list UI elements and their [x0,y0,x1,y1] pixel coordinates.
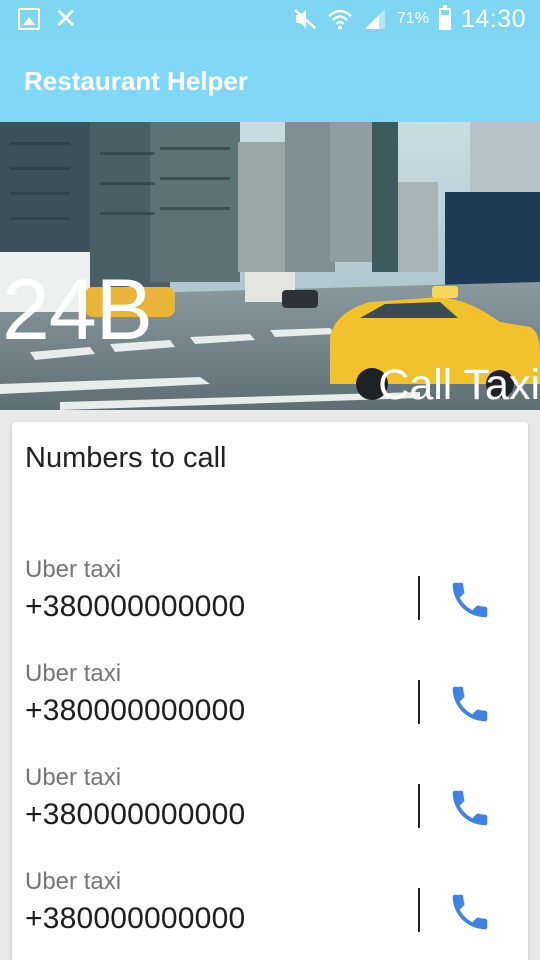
contact-number: +380000000000 [25,798,246,831]
close-x-icon: ✕ [54,3,78,34]
battery-percent: 71% [396,10,429,27]
contact-number: +380000000000 [25,694,246,727]
divider [418,888,420,932]
status-time: 14:30 [460,4,526,33]
app-title: Restaurant Helper [24,66,248,96]
contact-name: Uber taxi [25,556,122,583]
card-title: Numbers to call [25,442,227,474]
phone-icon [452,790,488,826]
contact-row: Uber taxi +380000000000 [12,556,528,652]
contact-name: Uber taxi [25,764,122,791]
mute-icon [294,9,316,29]
phone-icon [452,582,488,618]
divider [418,576,420,620]
contact-number: +380000000000 [25,590,246,623]
contact-name: Uber taxi [25,660,122,687]
call-button[interactable] [442,782,498,834]
contact-name: Uber taxi [25,868,122,895]
wifi-icon [328,9,352,30]
hero-code: 24B [2,262,153,358]
status-bar: ✕ 71% 14:30 [0,0,540,38]
contact-number: +380000000000 [25,902,246,935]
app-bar: Restaurant Helper [0,38,540,122]
divider [418,680,420,724]
contact-row: Uber taxi +380000000000 [12,764,528,860]
call-button[interactable] [442,574,498,626]
hero-banner[interactable]: 24B Call Taxi [0,122,540,410]
call-button[interactable] [442,678,498,730]
divider [418,784,420,828]
call-button[interactable] [442,886,498,938]
contact-row: Uber taxi +380000000000 [12,868,528,960]
numbers-card: Numbers to call Uber taxi +380000000000 … [12,422,528,960]
contact-row: Uber taxi +380000000000 [12,660,528,756]
battery-icon [438,5,451,30]
gallery-icon [18,8,40,30]
phone-icon [452,894,488,930]
phone-icon [452,686,488,722]
signal-icon [364,9,385,29]
call-taxi-label[interactable]: Call Taxi [378,364,540,407]
